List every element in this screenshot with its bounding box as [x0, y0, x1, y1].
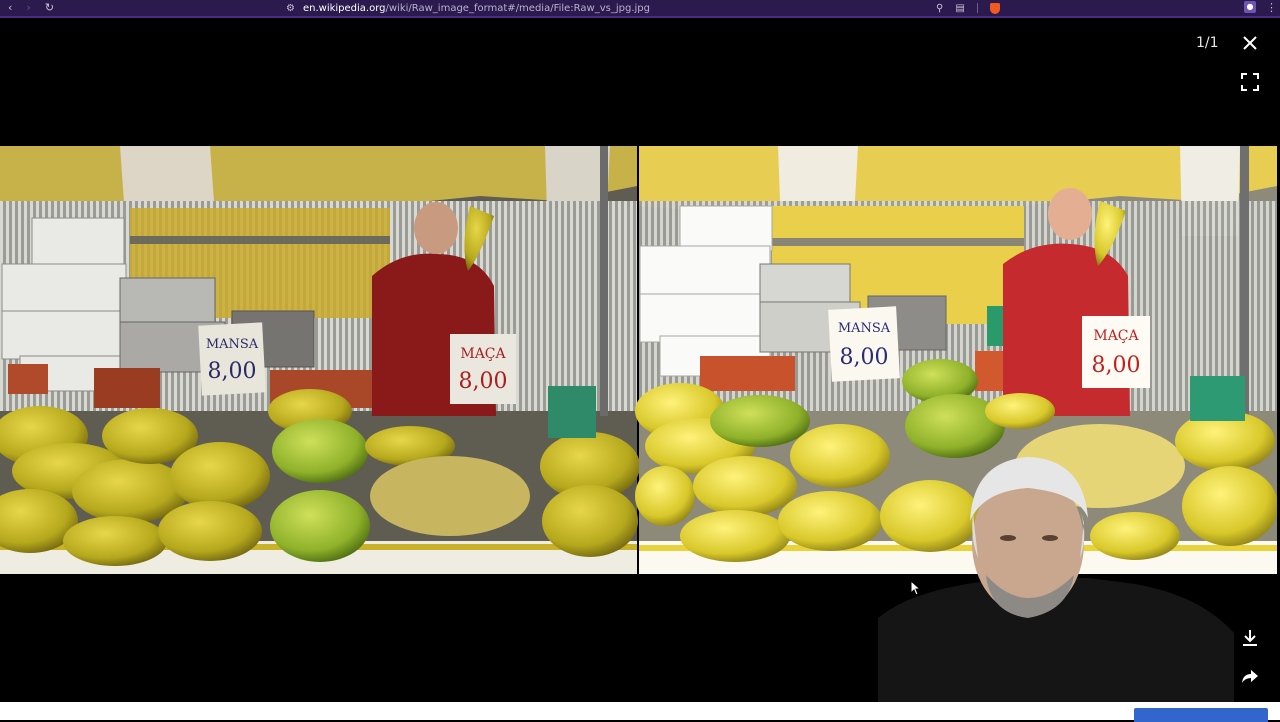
- webcam-overlay: [878, 457, 1234, 713]
- url-text[interactable]: en.wikipedia.org/wiki/Raw_image_format#/…: [303, 3, 650, 14]
- url-path: /wiki/Raw_image_format#/media/File:Raw_v…: [385, 2, 650, 14]
- image-counter: 1/1: [1196, 35, 1219, 51]
- download-icon[interactable]: [1240, 628, 1260, 648]
- reload-button-icon[interactable]: ↻: [45, 0, 54, 16]
- site-settings-icon[interactable]: ⚙: [286, 3, 295, 14]
- svg-text:MANSA: MANSA: [206, 337, 259, 352]
- media-viewer: 1/1 MANSA 8,00 MAÇA 8,00 MANSA 8,00 MAÇA…: [0, 18, 1280, 713]
- price-sign-maca-right: MAÇA 8,00: [1082, 316, 1150, 388]
- svg-text:8,00: 8,00: [459, 369, 508, 394]
- svg-text:8,00: 8,00: [208, 359, 257, 384]
- back-button-icon[interactable]: ‹: [8, 0, 12, 16]
- profile-icon[interactable]: ●: [1244, 1, 1256, 13]
- price-sign-manga-right: MANSA 8,00: [828, 306, 900, 382]
- reader-icon[interactable]: ▤: [955, 3, 964, 14]
- browser-toolbar: ‹ › ↻ ⚙ en.wikipedia.org/wiki/Raw_image_…: [0, 0, 1280, 18]
- fullscreen-icon[interactable]: [1240, 72, 1260, 92]
- svg-text:MAÇA: MAÇA: [1093, 328, 1139, 344]
- brave-shield-icon[interactable]: [989, 2, 1000, 14]
- toolbar-divider: [976, 3, 978, 13]
- svg-text:8,00: 8,00: [1092, 353, 1141, 378]
- forward-button-icon[interactable]: ›: [26, 0, 30, 16]
- url-host: en.wikipedia.org: [302, 2, 386, 14]
- svg-text:MANSA: MANSA: [838, 321, 891, 336]
- page-bottom-strip: [0, 702, 1280, 722]
- price-sign-maca-left: MAÇA 8,00: [450, 334, 516, 404]
- svg-text:MAÇA: MAÇA: [460, 346, 506, 362]
- zoom-icon[interactable]: ⚲: [936, 3, 943, 14]
- address-bar-tools: ⚲ ▤: [936, 0, 1000, 16]
- address-bar[interactable]: ⚙ en.wikipedia.org/wiki/Raw_image_format…: [286, 0, 650, 16]
- close-icon[interactable]: [1239, 32, 1261, 54]
- raw-photo-half: MANSA 8,00 MAÇA 8,00: [0, 146, 640, 574]
- mouse-cursor-icon: [910, 580, 922, 596]
- menu-icon[interactable]: ⋮: [1266, 0, 1277, 16]
- price-sign-manga-left: MANSA 8,00: [198, 322, 266, 396]
- nav-buttons: ‹ › ↻: [8, 0, 54, 16]
- share-icon[interactable]: [1240, 666, 1260, 686]
- svg-text:8,00: 8,00: [840, 345, 889, 370]
